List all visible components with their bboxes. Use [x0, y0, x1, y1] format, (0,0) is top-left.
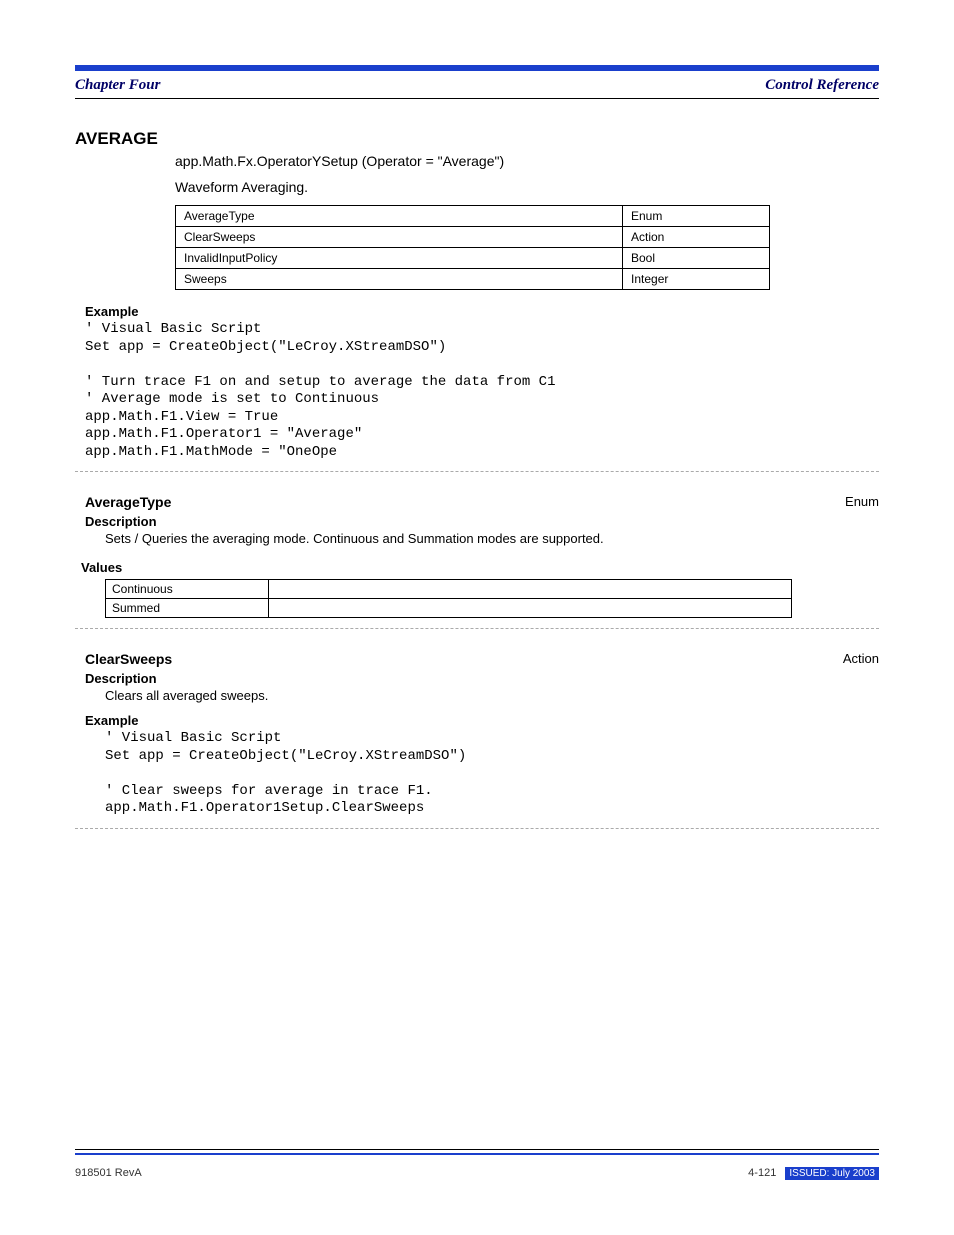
value-desc [269, 580, 792, 599]
table-row: Sweeps Integer [176, 269, 770, 290]
table-row: Continuous [106, 580, 792, 599]
description-text: Sets / Queries the averaging mode. Conti… [105, 531, 879, 546]
clearsweeps-type: Action [843, 651, 879, 666]
page: Chapter Four Control Reference AVERAGE a… [0, 0, 954, 1220]
member-type: Bool [623, 248, 770, 269]
table-row: AverageType Enum [176, 206, 770, 227]
table-row: Summed [106, 599, 792, 618]
table-row: InvalidInputPolicy Bool [176, 248, 770, 269]
members-table: AverageType Enum ClearSweeps Action Inva… [175, 205, 770, 290]
value-desc [269, 599, 792, 618]
chapter-row: Chapter Four Control Reference [75, 77, 879, 94]
example-code-1: ' Visual Basic Script Set app = CreateOb… [85, 321, 879, 461]
chapter-right: Control Reference [765, 77, 879, 94]
values-table: Continuous Summed [105, 579, 792, 618]
clearsweeps-title: ClearSweeps [85, 651, 172, 667]
example-heading: Example [85, 304, 879, 319]
section-subpath: app.Math.Fx.OperatorYSetup (Operator = "… [175, 153, 879, 169]
averagetype-title: AverageType [85, 494, 171, 510]
averagetype-type: Enum [845, 494, 879, 509]
chapter-left: Chapter Four [75, 77, 160, 94]
member-name: AverageType [176, 206, 623, 227]
values-heading: Values [81, 560, 879, 575]
member-name: Sweeps [176, 269, 623, 290]
description-heading: Description [85, 671, 879, 686]
dashed-separator [75, 828, 879, 829]
top-blue-bar [75, 65, 879, 71]
footer-left: 918501 RevA [75, 1167, 142, 1180]
member-type: Integer [623, 269, 770, 290]
table-row: ClearSweeps Action [176, 227, 770, 248]
footer: 918501 RevA 4-121 ISSUED: July 2003 [75, 1149, 879, 1180]
footer-rule-thin [75, 1149, 879, 1150]
header-rule [75, 98, 879, 99]
example-code-2: ' Visual Basic Script Set app = CreateOb… [105, 730, 879, 818]
footer-row: 918501 RevA 4-121 ISSUED: July 2003 [75, 1167, 879, 1180]
dashed-separator [75, 628, 879, 629]
value-name: Continuous [106, 580, 269, 599]
footer-right: 4-121 ISSUED: July 2003 [748, 1167, 879, 1180]
footer-page-number: 4-121 [748, 1167, 776, 1179]
footer-issued-badge: ISSUED: July 2003 [785, 1167, 879, 1180]
member-name: InvalidInputPolicy [176, 248, 623, 269]
averagetype-header-row: AverageType Enum [75, 494, 879, 510]
member-type: Enum [623, 206, 770, 227]
dashed-separator [75, 471, 879, 472]
footer-rule-blue [75, 1153, 879, 1155]
example-heading: Example [85, 713, 879, 728]
member-type: Action [623, 227, 770, 248]
description-text: Clears all averaged sweeps. [105, 688, 879, 703]
description-heading: Description [85, 514, 879, 529]
clearsweeps-header-row: ClearSweeps Action [75, 651, 879, 667]
section-title: AVERAGE [75, 129, 879, 149]
member-name: ClearSweeps [176, 227, 623, 248]
section-intro: Waveform Averaging. [175, 179, 879, 195]
value-name: Summed [106, 599, 269, 618]
